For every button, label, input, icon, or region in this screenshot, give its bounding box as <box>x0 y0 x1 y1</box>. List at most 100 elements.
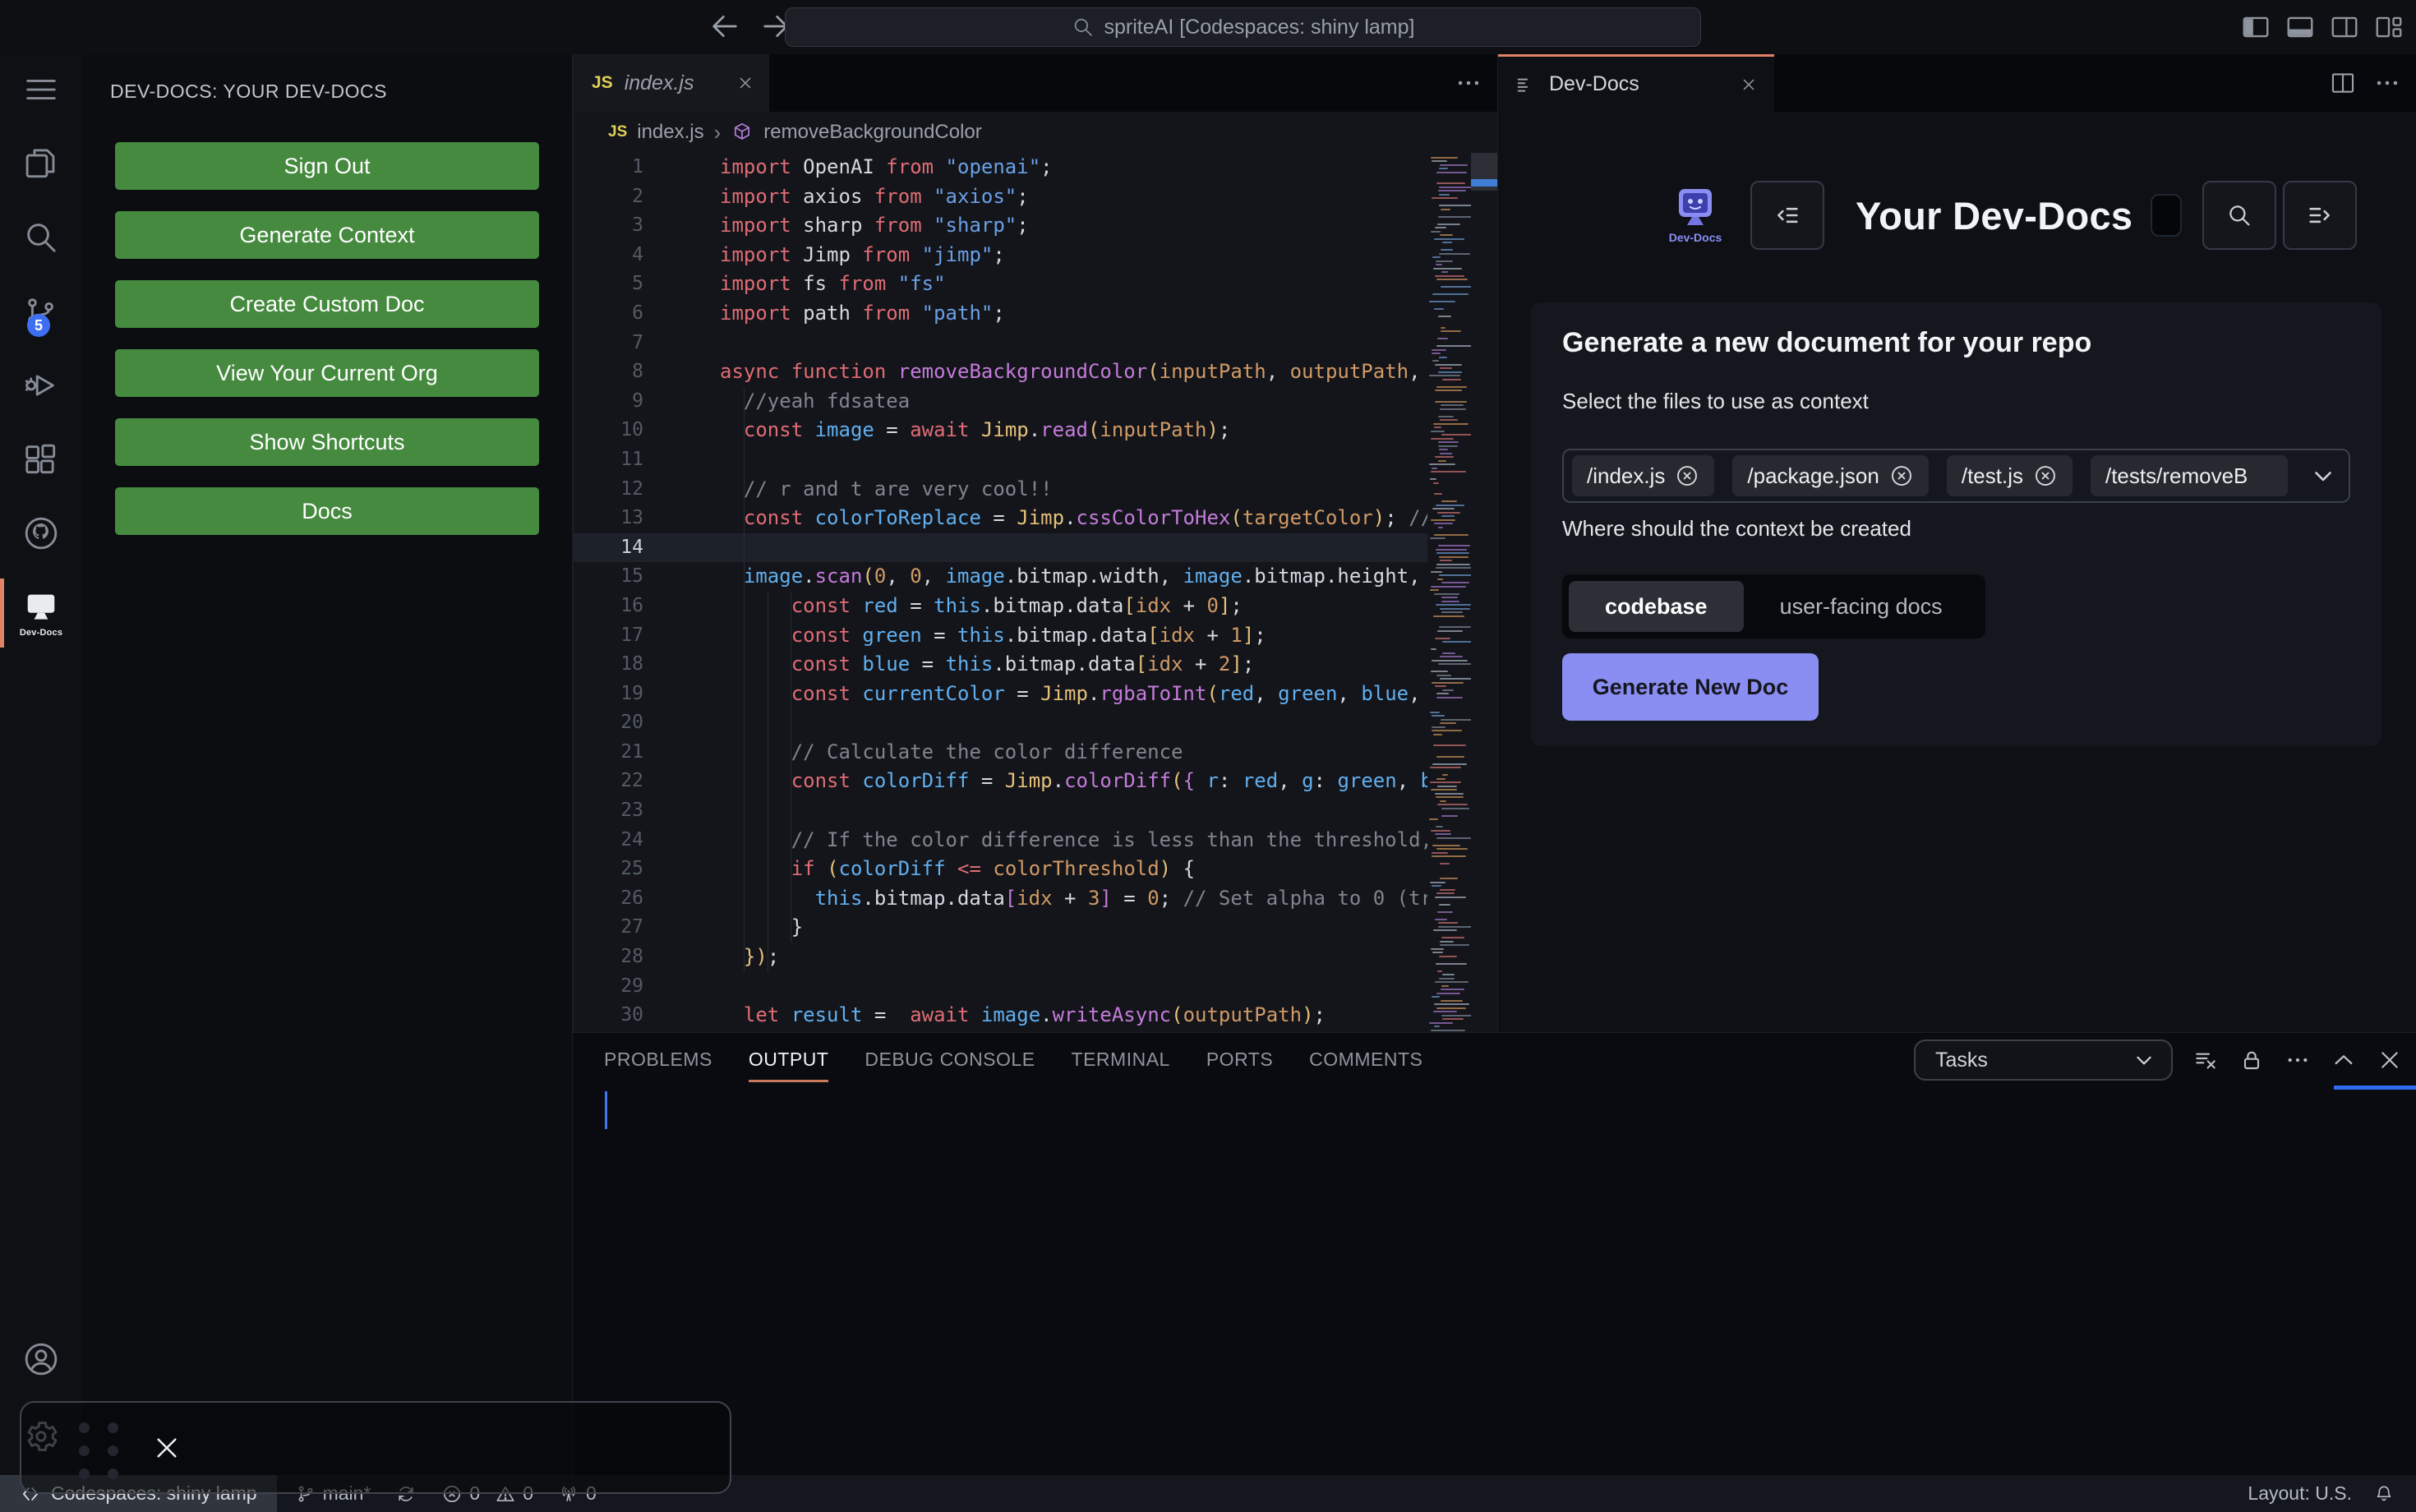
panel-more-icon[interactable] <box>2285 1047 2311 1073</box>
minimap[interactable] <box>1427 153 1471 1032</box>
sidebar-button-show-shortcuts[interactable]: Show Shortcuts <box>115 418 539 466</box>
panel-tab-ports[interactable]: PORTS <box>1206 1033 1273 1086</box>
close-panel-icon[interactable] <box>2377 1047 2403 1073</box>
panel-tab-terminal[interactable]: TERMINAL <box>1072 1033 1170 1086</box>
context-file-chip[interactable]: /tests/removeB <box>2091 455 2288 496</box>
customize-layout-icon[interactable] <box>2373 12 2404 43</box>
more-actions-icon[interactable] <box>2373 69 2401 97</box>
toggle-option-codebase[interactable]: codebase <box>1569 581 1744 632</box>
command-center-search[interactable]: spriteAI [Codespaces: shiny lamp] <box>785 7 1701 47</box>
tab-dev-docs[interactable]: Dev-Docs <box>1498 54 1774 112</box>
javascript-file-icon: JS <box>608 123 627 141</box>
minimap-line <box>1441 515 1455 517</box>
panel-scrollbar[interactable] <box>2334 1086 2416 1090</box>
clear-output-icon[interactable] <box>2192 1047 2219 1073</box>
code-line-content: const currentColor = Jimp.rgbaToInt(red,… <box>720 680 1427 709</box>
activity-item-search[interactable] <box>0 219 82 256</box>
minimap-line <box>1430 712 1440 713</box>
output-channel-dropdown[interactable]: Tasks <box>1914 1040 2173 1081</box>
activity-item-menu[interactable] <box>0 71 82 108</box>
toggle-panel-icon[interactable] <box>2285 12 2316 43</box>
minimap-line <box>1434 534 1469 536</box>
minimap-line <box>1441 404 1464 406</box>
files-label: Select the files to use as context <box>1562 389 2350 414</box>
minimap-line <box>1432 197 1458 199</box>
minimap-line <box>1441 249 1453 251</box>
toggle-option-user-facing-docs[interactable]: user-facing docs <box>1744 581 1979 632</box>
lock-icon[interactable] <box>2238 1047 2265 1073</box>
activity-item-explorer[interactable] <box>0 145 82 182</box>
remove-file-icon[interactable] <box>1889 463 1914 488</box>
minimap-marker <box>1471 179 1497 187</box>
remove-file-icon[interactable] <box>1675 463 1699 488</box>
split-editor-icon[interactable] <box>2329 69 2357 97</box>
sidebar-button-generate-context[interactable]: Generate Context <box>115 211 539 259</box>
tab-index-js[interactable]: JS index.js <box>574 54 769 112</box>
menu-button[interactable] <box>2283 181 2357 250</box>
minimap-line <box>1434 1003 1469 1005</box>
drag-handle-dots[interactable] <box>79 1422 118 1479</box>
minimap-line <box>1432 353 1441 354</box>
minimap-line <box>1434 238 1464 240</box>
activity-item-github[interactable] <box>0 514 82 552</box>
close-tab-icon[interactable] <box>1738 74 1759 95</box>
panel-tab-debug-console[interactable]: DEBUG CONSOLE <box>865 1033 1035 1086</box>
minimap-line <box>1429 1022 1452 1024</box>
right-tab-bar: Dev-Docs <box>1498 54 2416 112</box>
maximize-panel-icon[interactable] <box>2331 1047 2357 1073</box>
line-number: 29 <box>574 972 643 1002</box>
search-button[interactable] <box>2202 181 2276 250</box>
sidebar-button-view-your-current-org[interactable]: View Your Current Org <box>115 349 539 397</box>
toggle-sidebar-icon[interactable] <box>2240 12 2271 43</box>
code-line: 8async function removeBackgroundColor(in… <box>574 357 1427 387</box>
minimap-line <box>1435 638 1450 639</box>
breadcrumb-symbol[interactable]: removeBackgroundColor <box>763 121 981 144</box>
minimap-line <box>1442 774 1448 776</box>
activity-item-run-debug[interactable] <box>0 366 82 404</box>
minimap-line <box>1433 734 1442 735</box>
keyboard-layout-status[interactable]: Layout: U.S. <box>2248 1482 2352 1505</box>
code-line-content: const red = this.bitmap.data[idx + 0]; <box>720 592 1243 621</box>
editor-actions-more-icon[interactable] <box>1455 69 1482 97</box>
context-file-chip[interactable]: /test.js <box>1947 455 2073 496</box>
activity-item-dev-docs[interactable]: Dev-Docs <box>0 588 82 638</box>
list-icon <box>1515 73 1538 96</box>
editor-scrollbar[interactable] <box>1471 153 1497 1032</box>
toggle-secondary-sidebar-icon[interactable] <box>2329 12 2360 43</box>
sidebar-button-docs[interactable]: Docs <box>115 487 539 535</box>
notifications-bell-icon[interactable] <box>2373 1483 2395 1505</box>
context-file-chip[interactable]: /package.json <box>1732 455 1928 496</box>
code-line: 17 const green = this.bitmap.data[idx + … <box>574 621 1427 651</box>
chip-label: /package.json <box>1747 463 1879 489</box>
search-icon <box>22 219 60 256</box>
activity-item-account[interactable] <box>0 1340 82 1378</box>
generate-new-doc-button[interactable]: Generate New Doc <box>1562 653 1819 721</box>
activity-item-extensions[interactable] <box>0 440 82 478</box>
tab-label: Dev-Docs <box>1549 72 1639 96</box>
minimap-line <box>1432 885 1441 887</box>
context-files-select[interactable]: /index.js/package.json/test.js/tests/rem… <box>1562 449 2350 503</box>
context-file-chip[interactable]: /index.js <box>1572 455 1714 496</box>
minimap-line <box>1440 656 1464 657</box>
minimap-line <box>1431 671 1448 672</box>
close-overlay-icon[interactable] <box>151 1432 182 1464</box>
code-editor[interactable]: 1import OpenAI from "openai";2import axi… <box>574 153 1497 1032</box>
breadcrumb-file[interactable]: index.js <box>637 121 703 144</box>
dark-square[interactable] <box>2151 194 2182 237</box>
back-icon[interactable] <box>708 10 741 43</box>
activity-item-source-control[interactable]: 5 <box>0 293 82 330</box>
collapse-menu-button[interactable] <box>1750 181 1824 250</box>
panel-tab-comments[interactable]: COMMENTS <box>1309 1033 1422 1086</box>
minimap-line <box>1431 471 1466 472</box>
sidebar-button-create-custom-doc[interactable]: Create Custom Doc <box>115 280 539 328</box>
chevron-down-icon[interactable] <box>2309 462 2337 490</box>
close-tab-icon[interactable] <box>735 72 756 94</box>
menu-expand-icon <box>2306 201 2334 229</box>
sidebar-button-sign-out[interactable]: Sign Out <box>115 142 539 190</box>
panel-tab-problems[interactable]: PROBLEMS <box>604 1033 712 1086</box>
line-number: 24 <box>574 826 643 855</box>
panel-tab-output[interactable]: OUTPUT <box>749 1033 829 1086</box>
breadcrumb[interactable]: JS index.js › removeBackgroundColor <box>574 112 1497 153</box>
minimap-line <box>1441 985 1449 987</box>
remove-file-icon[interactable] <box>2033 463 2058 488</box>
